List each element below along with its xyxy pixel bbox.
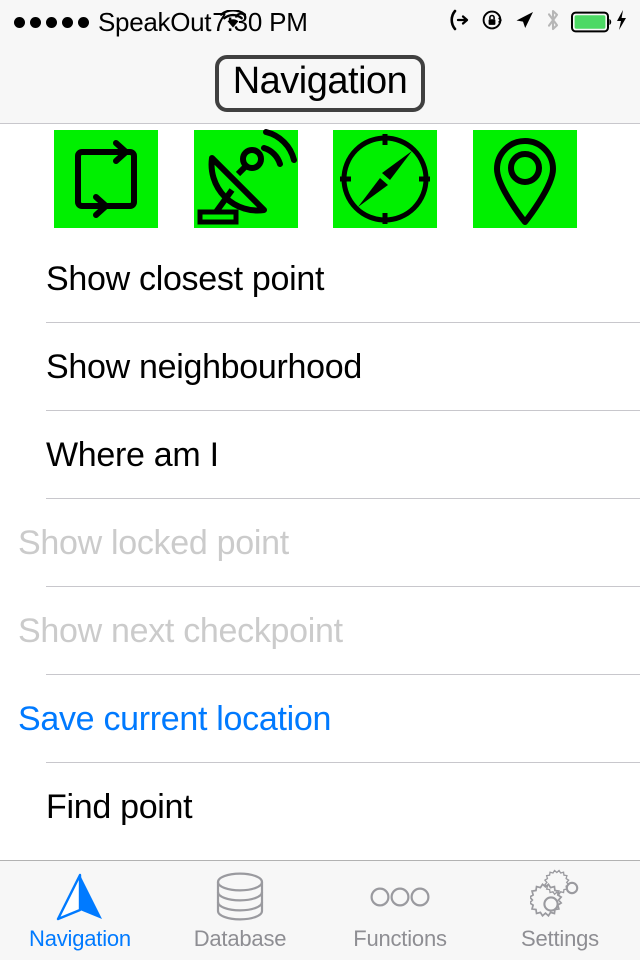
tab-label: Functions	[353, 926, 447, 951]
list-item-show-closest-point[interactable]: Show closest point	[0, 235, 640, 323]
status-bar: SpeakOut 7:30 PM	[0, 0, 640, 44]
tab-label: Navigation	[29, 926, 131, 951]
three-circles-icon	[369, 869, 431, 925]
list-item-show-neighbourhood[interactable]: Show neighbourhood	[0, 323, 640, 411]
page-title: Navigation	[232, 60, 408, 103]
tab-functions[interactable]: Functions	[320, 861, 480, 960]
gears-icon	[530, 869, 590, 925]
navigation-bar: Navigation	[0, 44, 640, 124]
list-item-label: Show next checkpoint	[18, 611, 343, 650]
list-item-show-locked-point: Show locked point	[0, 499, 640, 587]
compass-tile[interactable]	[333, 130, 437, 228]
list-item-label: Show closest point	[46, 259, 325, 298]
refresh-sync-tile[interactable]	[54, 130, 158, 228]
list-item-where-am-i[interactable]: Where am I	[0, 411, 640, 499]
list-item-label: Show locked point	[18, 523, 289, 562]
list-item-label: Save current location	[18, 699, 332, 738]
status-bar-right	[449, 0, 628, 44]
charging-bolt-icon	[615, 9, 628, 36]
navigation-options-list: Show closest point Show neighbourhood Wh…	[0, 235, 640, 860]
tab-label: Database	[193, 926, 287, 951]
tab-navigation[interactable]: Navigation	[0, 861, 160, 960]
list-item-find-point[interactable]: Find point	[0, 763, 640, 851]
location-arrow-icon	[513, 9, 535, 36]
navigation-arrow-icon	[52, 869, 108, 925]
satellite-dish-tile[interactable]	[194, 129, 298, 228]
quick-action-icon-strip	[0, 125, 640, 235]
bluetooth-icon	[545, 8, 561, 37]
app-root: SpeakOut 7:30 PM Navigation Show closest…	[0, 0, 640, 960]
battery-icon	[571, 9, 628, 36]
tab-settings[interactable]: Settings	[480, 861, 640, 960]
list-item-label: Where am I	[46, 435, 219, 474]
page-title-focus-ring: Navigation	[214, 55, 426, 112]
tab-bar: Navigation Database Functions Settings	[0, 860, 640, 960]
call-forwarding-icon	[449, 9, 471, 36]
tab-database[interactable]: Database	[160, 861, 320, 960]
list-item-label: Find point	[46, 787, 193, 826]
rotation-lock-icon	[481, 9, 503, 36]
database-cylinder-icon	[212, 869, 268, 925]
tab-label: Settings	[521, 926, 599, 951]
list-item-show-next-checkpoint: Show next checkpoint	[0, 587, 640, 675]
list-item-save-current-location[interactable]: Save current location	[0, 675, 640, 763]
map-pin-tile[interactable]	[473, 130, 577, 228]
list-item-label: Show neighbourhood	[46, 347, 362, 386]
